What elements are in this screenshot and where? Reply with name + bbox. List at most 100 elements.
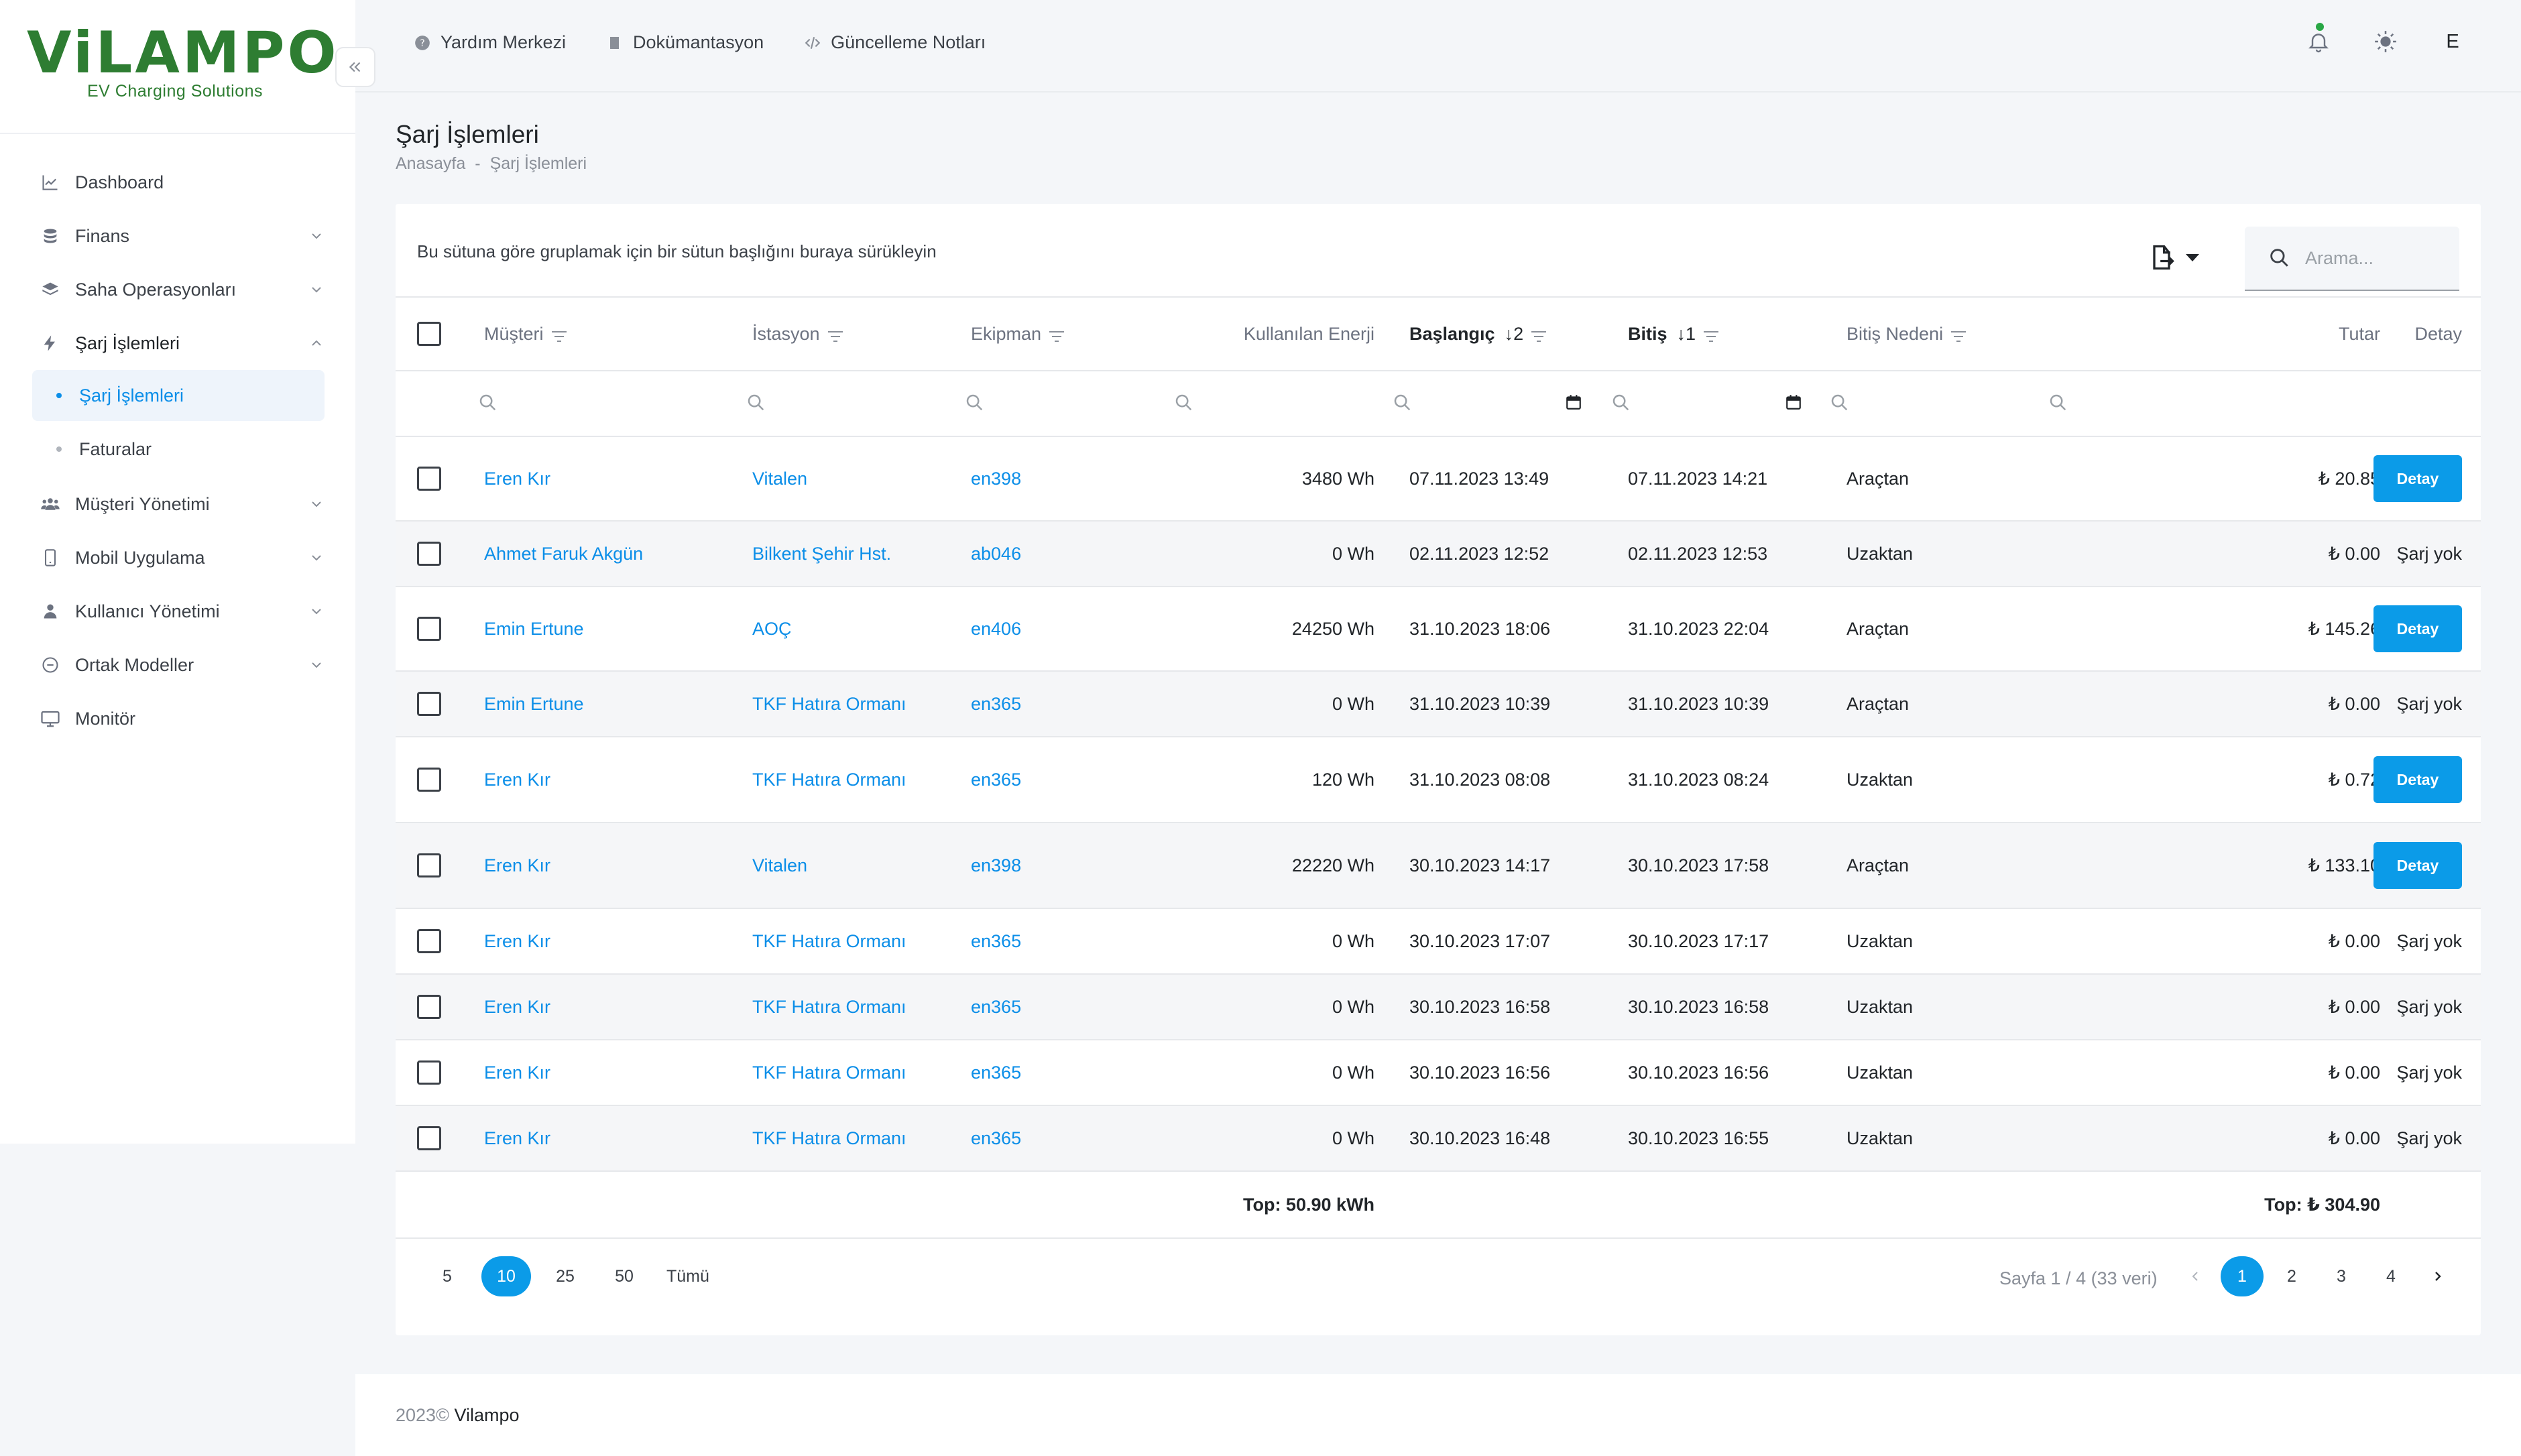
customer-link[interactable]: Eren Kır [484, 737, 739, 822]
sidebar-item-mobil-uygulama[interactable]: Mobil Uygulama [0, 531, 355, 585]
filter-cell-customer[interactable] [477, 371, 518, 436]
sidebar-item-sarj-islemleri[interactable]: Şarj İşlemleri [0, 316, 355, 370]
row-checkbox[interactable] [417, 853, 441, 877]
date-picker-end[interactable] [1785, 371, 1812, 436]
equipment-link[interactable]: en365 [971, 975, 1105, 1039]
toplink-guncelleme-notlari[interactable]: Güncelleme Notları [803, 32, 986, 53]
filter-icon[interactable] [1048, 327, 1065, 342]
station-link[interactable]: TKF Hatıra Ormanı [752, 909, 967, 973]
filter-icon[interactable] [1950, 327, 1967, 342]
customer-link[interactable]: Eren Kır [484, 975, 739, 1039]
detail-button[interactable]: Detay [2373, 455, 2462, 502]
customer-link[interactable]: Eren Kır [484, 823, 739, 908]
filter-cell-start[interactable] [1392, 371, 1432, 436]
filter-cell-amount[interactable] [2048, 371, 2088, 436]
equipment-link[interactable]: en365 [971, 1106, 1105, 1170]
breadcrumb-home[interactable]: Anasayfa [396, 154, 465, 174]
detail-button[interactable]: Detay [2373, 842, 2462, 889]
sun-icon[interactable] [2371, 27, 2400, 56]
station-link[interactable]: Vitalen [752, 823, 967, 908]
column-header-reason[interactable]: Bitiş Nedeni [1846, 298, 2034, 370]
bell-icon[interactable] [2304, 23, 2333, 56]
station-link[interactable]: Bilkent Şehir Hst. [752, 522, 967, 586]
filter-cell-energy[interactable] [1173, 371, 1214, 436]
footer-company[interactable]: Vilampo [454, 1405, 519, 1425]
column-header-end[interactable]: Bitiş ↓1 [1628, 298, 1842, 370]
column-header-equipment[interactable]: Ekipman [971, 298, 1105, 370]
customer-link[interactable]: Eren Kır [484, 437, 739, 520]
equipment-link[interactable]: en398 [971, 437, 1105, 520]
page-size-option[interactable]: 10 [481, 1256, 531, 1296]
chevron-left-icon[interactable] [2176, 1256, 2214, 1296]
customer-link[interactable]: Eren Kır [484, 1040, 739, 1105]
column-header-start[interactable]: Başlangıç ↓2 [1409, 298, 1624, 370]
row-checkbox[interactable] [417, 768, 441, 792]
page-size-option[interactable]: Tümü [658, 1256, 717, 1296]
row-checkbox[interactable] [417, 929, 441, 953]
group-panel-hint[interactable]: Bu sütuna göre gruplamak için bir sütun … [417, 241, 937, 262]
station-link[interactable]: TKF Hatıra Ormanı [752, 737, 967, 822]
filter-icon[interactable] [1530, 327, 1547, 342]
page-number[interactable]: 2 [2270, 1256, 2313, 1296]
filter-icon[interactable] [550, 327, 568, 342]
filter-cell-reason[interactable] [1829, 371, 1869, 436]
page-number[interactable]: 4 [2369, 1256, 2412, 1296]
sidebar-item-musteri-yonetimi[interactable]: Müşteri Yönetimi [0, 477, 355, 531]
row-checkbox[interactable] [417, 542, 441, 566]
equipment-link[interactable]: en365 [971, 909, 1105, 973]
filter-icon[interactable] [1702, 327, 1720, 342]
filter-cell-equipment[interactable] [964, 371, 1004, 436]
column-header-amount[interactable]: Tutar [2038, 298, 2380, 370]
logo[interactable]: ViLAMPO EV Charging Solutions [0, 0, 355, 134]
page-size-option[interactable]: 50 [599, 1256, 649, 1296]
row-checkbox[interactable] [417, 1060, 441, 1085]
equipment-link[interactable]: ab046 [971, 522, 1105, 586]
toplink-yardim-merkezi[interactable]: ? Yardım Merkezi [412, 32, 566, 53]
station-link[interactable]: TKF Hatıra Ormanı [752, 1106, 967, 1170]
row-checkbox[interactable] [417, 617, 441, 641]
filter-cell-station[interactable] [746, 371, 786, 436]
select-all-checkbox[interactable] [417, 322, 441, 346]
sidebar-item-finans[interactable]: Finans [0, 209, 355, 263]
search-input[interactable] [2305, 247, 2453, 269]
filter-cell-end[interactable] [1610, 371, 1651, 436]
customer-link[interactable]: Emin Ertune [484, 587, 739, 670]
chevron-right-icon[interactable] [2419, 1256, 2457, 1296]
sidebar-subitem-sarj-islemleri[interactable]: Şarj İşlemleri [32, 370, 325, 421]
customer-link[interactable]: Eren Kır [484, 1106, 739, 1170]
equipment-link[interactable]: en398 [971, 823, 1105, 908]
customer-link[interactable]: Emin Ertune [484, 672, 739, 736]
sidebar-subitem-faturalar[interactable]: Faturalar [32, 424, 325, 475]
page-number[interactable]: 1 [2221, 1256, 2264, 1296]
station-link[interactable]: AOÇ [752, 587, 967, 670]
column-header-customer[interactable]: Müşteri [484, 298, 739, 370]
row-checkbox[interactable] [417, 692, 441, 716]
sidebar-item-monitor[interactable]: Monitör [0, 692, 355, 745]
customer-link[interactable]: Ahmet Faruk Akgün [484, 522, 739, 586]
equipment-link[interactable]: en365 [971, 1040, 1105, 1105]
equipment-link[interactable]: en365 [971, 672, 1105, 736]
station-link[interactable]: TKF Hatıra Ormanı [752, 975, 967, 1039]
row-checkbox[interactable] [417, 1126, 441, 1150]
page-size-option[interactable]: 5 [422, 1256, 472, 1296]
row-checkbox[interactable] [417, 467, 441, 491]
page-number[interactable]: 3 [2320, 1256, 2363, 1296]
station-link[interactable]: TKF Hatıra Ormanı [752, 672, 967, 736]
column-header-station[interactable]: İstasyon [752, 298, 967, 370]
equipment-link[interactable]: en406 [971, 587, 1105, 670]
sidebar-item-dashboard[interactable]: Dashboard [0, 156, 355, 209]
customer-link[interactable]: Eren Kır [484, 909, 739, 973]
page-size-option[interactable]: 25 [540, 1256, 590, 1296]
station-link[interactable]: Vitalen [752, 437, 967, 520]
sidebar-item-kullanici-yonetimi[interactable]: Kullanıcı Yönetimi [0, 585, 355, 638]
equipment-link[interactable]: en365 [971, 737, 1105, 822]
filter-icon[interactable] [827, 327, 844, 342]
detail-button[interactable]: Detay [2373, 605, 2462, 652]
toplink-dokumantasyon[interactable]: Dokümantasyon [605, 32, 764, 53]
export-button[interactable] [2147, 237, 2214, 278]
user-avatar[interactable]: E [2438, 31, 2467, 53]
sidebar-item-saha-operasyonlari[interactable]: Saha Operasyonları [0, 263, 355, 316]
row-checkbox[interactable] [417, 995, 441, 1019]
sidebar-item-ortak-modeller[interactable]: Ortak Modeller [0, 638, 355, 692]
column-header-energy[interactable]: Kullanılan Enerji [1086, 298, 1374, 370]
